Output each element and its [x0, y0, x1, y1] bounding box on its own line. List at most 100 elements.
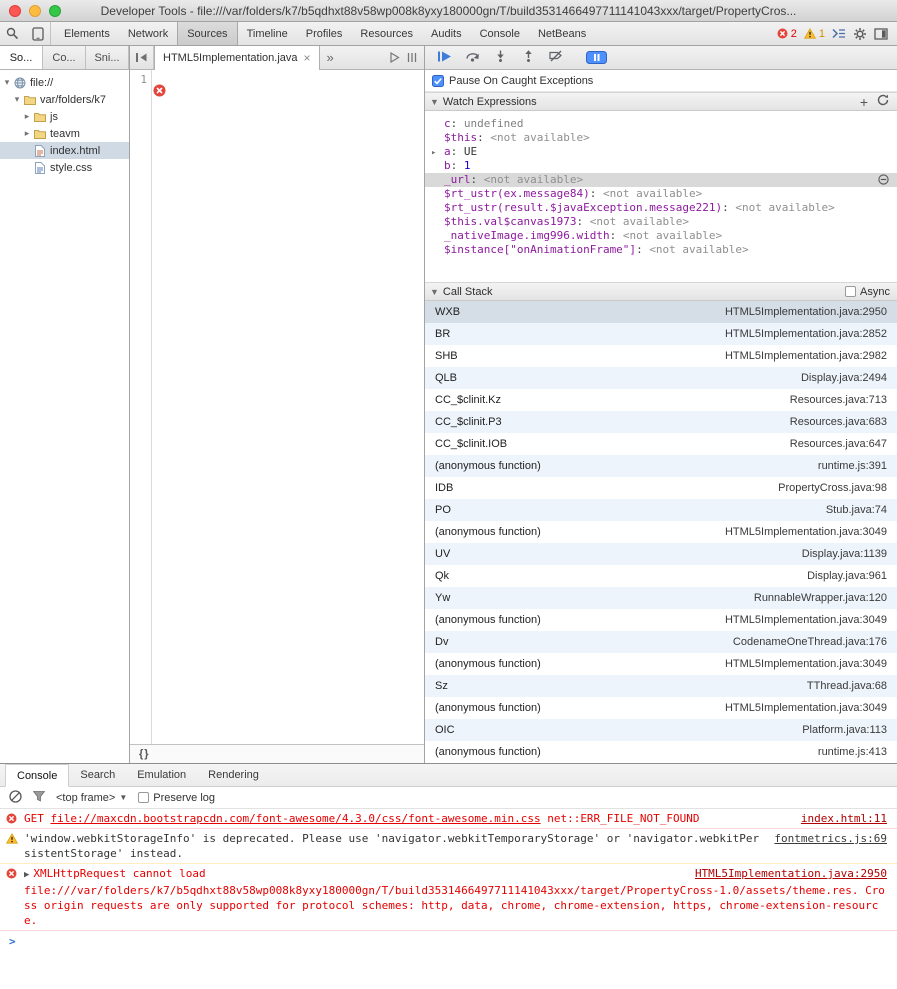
disclosure-closed-icon[interactable]: ▸ — [22, 128, 32, 139]
drawer-tab-rendering[interactable]: Rendering — [197, 764, 270, 786]
editor-tab-html5implementation[interactable]: HTML5Implementation.java × — [154, 46, 320, 70]
call-stack-frame[interactable]: (anonymous function)runtime.js:391 — [425, 455, 897, 477]
console-url-link[interactable]: file://maxcdn.bootstrapcdn.com/font-awes… — [51, 812, 541, 825]
watch-expression[interactable]: _url: <not available> — [425, 173, 897, 187]
frame-location[interactable]: Display.java:961 — [807, 570, 887, 582]
message-source-link[interactable]: HTML5Implementation.java:2950 — [695, 866, 887, 881]
watch-expression[interactable]: _nativeImage.img996.width: <not availabl… — [425, 229, 897, 243]
tree-item-var-folders-k7[interactable]: ▾var/folders/k7 — [0, 91, 129, 108]
sidebar-tab-so[interactable]: So... — [0, 46, 43, 69]
call-stack-frame[interactable]: UVDisplay.java:1139 — [425, 543, 897, 565]
call-stack-frame[interactable]: OICPlatform.java:113 — [425, 719, 897, 741]
close-tab-icon[interactable]: × — [304, 51, 311, 65]
tab-netbeans[interactable]: NetBeans — [529, 22, 595, 45]
watch-expression[interactable]: c: undefined — [425, 117, 897, 131]
frame-location[interactable]: Resources.java:683 — [790, 416, 887, 428]
tab-network[interactable]: Network — [119, 22, 177, 45]
frame-location[interactable]: HTML5Implementation.java:3049 — [725, 526, 887, 538]
disclosure-closed-icon[interactable]: ▸ — [22, 111, 32, 122]
tree-item-index-html[interactable]: index.html — [0, 142, 129, 159]
device-mode-button[interactable] — [25, 22, 50, 45]
call-stack-frame[interactable]: IDBPropertyCross.java:98 — [425, 477, 897, 499]
frame-location[interactable]: Display.java:1139 — [802, 548, 887, 560]
call-stack-frame[interactable]: QkDisplay.java:961 — [425, 565, 897, 587]
call-stack-frame[interactable]: (anonymous function)HTML5Implementation.… — [425, 521, 897, 543]
watch-expression[interactable]: ▸a: UE — [425, 145, 897, 159]
filter-button[interactable] — [33, 791, 45, 805]
frame-location[interactable]: Resources.java:713 — [790, 394, 887, 406]
frame-location[interactable]: runtime.js:391 — [818, 460, 887, 472]
watch-expression[interactable]: b: 1 — [425, 159, 897, 173]
inspect-element-button[interactable] — [0, 22, 25, 45]
call-stack-frame[interactable]: (anonymous function)runtime.js:413 — [425, 741, 897, 763]
drawer-tab-emulation[interactable]: Emulation — [126, 764, 197, 786]
call-stack-header[interactable]: ▼ Call Stack Async — [425, 282, 897, 301]
frame-location[interactable]: HTML5Implementation.java:3049 — [725, 614, 887, 626]
step-over-button[interactable] — [465, 50, 480, 65]
hide-navigator-button[interactable] — [130, 46, 154, 69]
frame-location[interactable]: HTML5Implementation.java:2950 — [725, 306, 887, 318]
sidebar-tab-sni[interactable]: Sni... — [86, 46, 129, 69]
call-stack-frame[interactable]: BRHTML5Implementation.java:2852 — [425, 323, 897, 345]
pause-on-caught-row[interactable]: Pause On Caught Exceptions — [425, 70, 897, 92]
watch-expression[interactable]: $this: <not available> — [425, 131, 897, 145]
tab-timeline[interactable]: Timeline — [238, 22, 297, 45]
minimize-window-button[interactable] — [29, 5, 41, 17]
tab-sources[interactable]: Sources — [177, 22, 237, 45]
watch-expressions-header[interactable]: ▼ Watch Expressions + — [425, 92, 897, 111]
disclosure-closed-icon[interactable]: ▸ — [431, 146, 436, 160]
call-stack-frame[interactable]: (anonymous function)HTML5Implementation.… — [425, 697, 897, 719]
call-stack-frame[interactable]: SzTThread.java:68 — [425, 675, 897, 697]
call-stack-frame[interactable]: DvCodenameOneThread.java:176 — [425, 631, 897, 653]
tree-item-file[interactable]: ▾file:// — [0, 74, 129, 91]
pretty-print-button[interactable]: {} — [139, 748, 150, 760]
frame-location[interactable]: Platform.java:113 — [802, 724, 887, 736]
drawer-tab-console[interactable]: Console — [5, 764, 69, 787]
disclosure-closed-icon[interactable]: ▶ — [24, 870, 29, 880]
frame-location[interactable]: RunnableWrapper.java:120 — [754, 592, 887, 604]
tree-item-style-css[interactable]: style.css — [0, 159, 129, 176]
warning-badge[interactable]: 1 — [804, 28, 825, 40]
tree-item-teavm[interactable]: ▸teavm — [0, 125, 129, 142]
frame-location[interactable]: Stub.java:74 — [826, 504, 887, 516]
pause-on-exceptions-button[interactable] — [586, 51, 607, 64]
call-stack-frame[interactable]: POStub.java:74 — [425, 499, 897, 521]
resume-button[interactable] — [437, 51, 452, 65]
refresh-watch-button[interactable] — [877, 94, 889, 109]
settings-button[interactable] — [853, 27, 867, 41]
frame-location[interactable]: CodenameOneThread.java:176 — [733, 636, 887, 648]
play-outline-icon[interactable] — [389, 52, 400, 63]
line-number-gutter[interactable]: 1 — [130, 70, 152, 744]
console-message[interactable]: fontmetrics.js:69'window.webkitStorageIn… — [0, 829, 897, 864]
message-source-link[interactable]: fontmetrics.js:69 — [774, 831, 887, 846]
frame-selector[interactable]: <top frame> ▼ — [56, 792, 127, 804]
deactivate-breakpoints-button[interactable] — [549, 50, 563, 65]
frame-location[interactable]: HTML5Implementation.java:2852 — [725, 328, 887, 340]
call-stack-frame[interactable]: CC_$clinit.KzResources.java:713 — [425, 389, 897, 411]
frame-location[interactable]: HTML5Implementation.java:3049 — [725, 658, 887, 670]
call-stack-frame[interactable]: (anonymous function)HTML5Implementation.… — [425, 653, 897, 675]
close-window-button[interactable] — [9, 5, 21, 17]
call-stack-frame[interactable]: CC_$clinit.P3Resources.java:683 — [425, 411, 897, 433]
watch-expression[interactable]: $rt_ustr(ex.message84): <not available> — [425, 187, 897, 201]
step-out-button[interactable] — [521, 50, 536, 65]
add-watch-button[interactable]: + — [860, 97, 868, 107]
call-stack-frame[interactable]: YwRunnableWrapper.java:120 — [425, 587, 897, 609]
call-stack-frame[interactable]: SHBHTML5Implementation.java:2982 — [425, 345, 897, 367]
call-stack-frame[interactable]: QLBDisplay.java:2494 — [425, 367, 897, 389]
watch-expression[interactable]: $instance["onAnimationFrame"]: <not avai… — [425, 243, 897, 257]
drawer-tab-search[interactable]: Search — [69, 764, 126, 786]
frame-location[interactable]: runtime.js:413 — [818, 746, 887, 758]
tab-overflow-chevron[interactable]: » — [320, 46, 341, 69]
toggle-drawer-button[interactable] — [832, 28, 846, 39]
code-editor[interactable]: 1 — [130, 70, 424, 744]
preserve-log-toggle[interactable]: Preserve log — [138, 792, 215, 804]
watch-expression[interactable]: $this.val$canvas1973: <not available> — [425, 215, 897, 229]
tab-resources[interactable]: Resources — [351, 22, 422, 45]
frame-location[interactable]: Display.java:2494 — [801, 372, 887, 384]
dock-side-button[interactable] — [874, 28, 888, 40]
frame-location[interactable]: Resources.java:647 — [790, 438, 887, 450]
console-prompt[interactable]: > — [0, 931, 897, 952]
call-stack-frame[interactable]: (anonymous function)HTML5Implementation.… — [425, 609, 897, 631]
sidebar-tab-co[interactable]: Co... — [43, 46, 86, 69]
